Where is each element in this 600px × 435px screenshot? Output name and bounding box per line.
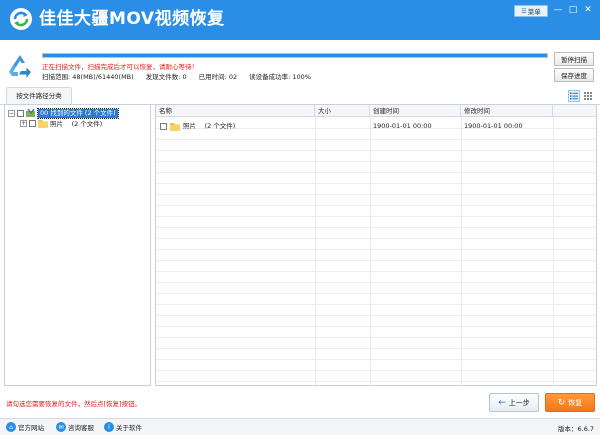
grid-view-icon [584,92,592,100]
tree-root-checkbox[interactable] [17,109,24,117]
row-created: 1900-01-01 00:00 [373,122,432,130]
folder-icon [38,119,48,128]
row-divider [156,172,596,173]
about-label: 关于软件 [116,424,142,432]
row-divider [156,282,596,283]
list-view-button[interactable] [568,90,580,102]
row-divider [156,293,596,294]
row-divider [156,381,596,382]
row-divider [156,205,596,206]
tree-root-row[interactable]: − 00 找到的文件 (2 个文件) [8,107,119,119]
recover-button[interactable]: ↻ 恢复 [545,393,595,412]
minimize-button[interactable]: — [551,4,565,16]
row-divider [156,216,596,217]
read-success-rate: 读设备成功率: 100% [249,73,311,81]
row-divider [156,150,596,151]
official-website-label: 官方网站 [18,424,44,432]
row-divider [156,260,596,261]
col-modified-header[interactable]: 修改时间 [461,105,553,117]
table-row[interactable]: 照片 (2 个文件) [160,121,235,132]
grid-view-button[interactable] [582,90,594,102]
row-divider [156,227,596,228]
col-name-header[interactable]: 名称 [156,105,315,117]
expand-toggle-icon[interactable]: + [20,119,27,127]
previous-step-button[interactable]: ← 上一步 [489,393,539,412]
maximize-button[interactable]: □ [566,4,580,16]
save-progress-button[interactable]: 保存进度 [554,68,594,82]
row-name: 照片 (2 个文件) [183,122,236,130]
elapsed-time: 已用时间: 02 [198,73,238,81]
row-divider [156,337,596,338]
row-divider [156,161,596,162]
list-view-icon [570,92,578,100]
table-header: 名称 大小 创建时间 修改时间 [156,105,596,117]
scan-stats: 扫描范围: 48(MB)/61440(MB) 发现文件数: 0 已用时间: 02… [42,71,323,81]
home-icon: ⌂ [6,422,16,432]
found-files-icon [26,108,35,117]
tree-photos-checkbox[interactable] [29,119,36,127]
scan-panel: 正在扫描文件，扫描完成后才可以恢复，请耐心等待！ 扫描范围: 48(MB)/61… [0,48,600,86]
file-table: 名称 大小 创建时间 修改时间 照片 (2 个文件) 1900-01-01 00… [155,104,597,386]
recycle-icon [9,55,31,78]
view-tabbar: 按文件路径分类 [0,87,600,105]
column-divider [370,117,371,385]
row-divider [156,139,596,140]
tree-photos-row[interactable]: + 照片 (2 个文件) [20,118,102,128]
scan-progress-fill [43,54,547,57]
support-label: 咨询客服 [68,424,94,432]
chat-icon: ✉ [56,422,66,432]
row-divider [156,326,596,327]
col-created-header[interactable]: 创建时间 [370,105,461,117]
row-divider [156,359,596,360]
refresh-icon: ↻ [557,397,566,408]
row-divider [156,183,596,184]
row-divider [156,194,596,195]
folder-icon [170,123,180,131]
tab-by-path[interactable]: 按文件路径分类 [6,87,72,105]
menu-icon: ☰ [521,7,527,15]
row-divider [156,348,596,349]
scan-status-text: 正在扫描文件，扫描完成后才可以恢复，请耐心等待！ [42,63,198,71]
info-icon: i [104,422,114,432]
row-divider [156,249,596,250]
folder-tree: − 00 找到的文件 (2 个文件) + 照片 (2 个文件) [4,104,151,386]
found-count: 发现文件数: 0 [145,73,187,81]
recover-label: 恢复 [568,398,583,407]
row-divider [156,304,596,305]
recover-hint: 请勾选您需要恢复的文件，然后点[恢复]按钮。 [6,400,142,408]
scan-progress-bar [42,53,548,58]
app-logo-icon [10,8,32,30]
app-title: 佳佳大疆MOV视频恢复 [39,9,225,29]
close-button[interactable]: ✕ [581,4,595,16]
menu-label: 菜单 [527,8,541,16]
bottom-bar: ⌂ 官方网站 ✉ 咨询客服 i 关于软件 版本：6.6.7 [0,418,600,435]
title-bar: 佳佳大疆MOV视频恢复 ☰ 菜单 — □ ✕ [0,0,600,40]
version-label: 版本：6.6.7 [558,425,595,433]
row-modified: 1900-01-01 00:00 [464,122,523,130]
official-website-link[interactable]: ⌂ 官方网站 [6,422,44,432]
previous-step-label: 上一步 [508,398,530,407]
col-size-header[interactable]: 大小 [315,105,370,117]
tree-photos-label[interactable]: 照片 (2 个文件) [50,118,102,128]
collapse-toggle-icon[interactable]: − [8,109,15,117]
tree-root-label[interactable]: 00 找到的文件 (2 个文件) [37,107,119,119]
row-divider [156,315,596,316]
row-divider [156,271,596,272]
column-divider [461,117,462,385]
column-divider [315,117,316,385]
about-link[interactable]: i 关于软件 [104,422,142,432]
support-link[interactable]: ✉ 咨询客服 [56,422,94,432]
scan-range: 扫描范围: 48(MB)/61440(MB) [42,73,134,81]
menu-button[interactable]: ☰ 菜单 [514,5,548,17]
row-checkbox[interactable] [160,123,167,130]
arrow-left-icon: ← [498,397,506,408]
pause-scan-button[interactable]: 暂停扫描 [554,52,594,66]
column-divider [553,117,554,385]
row-divider [156,238,596,239]
row-divider [156,370,596,371]
